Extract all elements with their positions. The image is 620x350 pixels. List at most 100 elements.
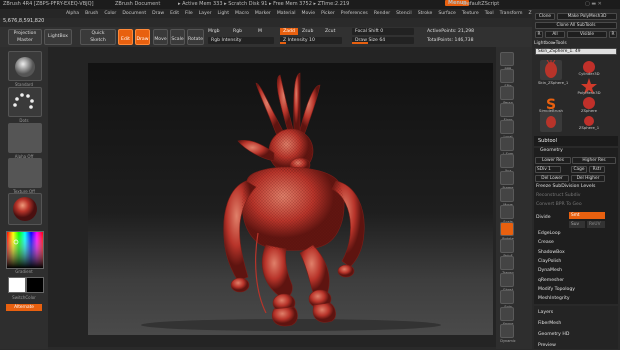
menu-item-alpha[interactable]: Alpha [66, 9, 79, 18]
clone-button[interactable]: Clone [535, 13, 555, 20]
document-canvas[interactable] [88, 63, 493, 335]
rightshelf-xpose-button[interactable]: Xpose [500, 307, 514, 326]
menu-item-brush[interactable]: Brush [85, 9, 98, 18]
rightshelf-dynamic-button[interactable]: Dynamic [500, 324, 516, 343]
rightshelf-spix-button[interactable]: SPix [500, 69, 514, 88]
submenu-edgeloop[interactable]: EdgeLoop [534, 230, 618, 238]
sdiv-slider[interactable]: SDiv 1 [535, 166, 561, 173]
reconstruct-subdiv-button[interactable]: Reconstruct Subdiv [534, 192, 618, 200]
menu-item-movie[interactable]: Movie [301, 9, 315, 18]
submenu-shadowbox[interactable]: ShadowBox [534, 249, 618, 257]
cage-button[interactable]: Cage [571, 166, 587, 173]
window-controls[interactable]: ▢ ▬ ✕ [585, 1, 602, 7]
m-button[interactable]: M [258, 29, 262, 34]
del-lower-button[interactable]: Del Lower [535, 175, 569, 182]
menu-item-file[interactable]: File [185, 9, 193, 18]
geometry-hd-menu[interactable]: Geometry HD [534, 331, 618, 339]
rightshelf-persp-button[interactable]: Persp [500, 86, 514, 105]
rightshelf-polyf-button[interactable]: PolyF [500, 239, 514, 258]
zcut-button[interactable]: Zcut [325, 29, 335, 34]
draw-size-slider[interactable]: Draw Size 64 [352, 37, 414, 44]
rgb-button[interactable]: Rgb [233, 29, 242, 34]
rightshelf-solo-button[interactable]: Solo [500, 290, 514, 309]
rightshelf-scale-button[interactable]: Scale [500, 205, 514, 224]
material-thumbnail[interactable] [8, 193, 42, 225]
secondary-color-swatch[interactable] [26, 277, 44, 293]
menu-item-marker[interactable]: Marker [255, 9, 271, 18]
menu-item-draw[interactable]: Draw [152, 9, 164, 18]
move-button[interactable]: Move [153, 29, 168, 45]
projection-master-button[interactable]: Projection Master [8, 29, 42, 45]
brush-thumbnail[interactable] [8, 51, 42, 81]
clone-all-subtools-button[interactable]: Clone All SubTools [535, 22, 617, 29]
del-higher-button[interactable]: Del Higher [571, 175, 605, 182]
menu-item-surface[interactable]: Surface [438, 9, 456, 18]
menu-item-material[interactable]: Material [277, 9, 296, 18]
divide-button[interactable]: Divide [534, 214, 564, 222]
submenu-modify-topology[interactable]: Modify Topology [534, 286, 618, 294]
r-button-left[interactable]: R [535, 31, 543, 38]
focal-shift-slider[interactable]: Focal Shift 0 [352, 28, 414, 35]
higher-res-button[interactable]: Higher Res [572, 157, 616, 164]
edit-button[interactable]: Edit [118, 29, 133, 45]
menu-item-document[interactable]: Document [122, 9, 146, 18]
convert-bpr-button[interactable]: Convert BPR To Geo [534, 201, 618, 209]
rstr-button[interactable]: Rstr [589, 166, 605, 173]
skin-zsphere-tool-icon[interactable] [540, 59, 562, 80]
menu-item-tool[interactable]: Tool [485, 9, 494, 18]
mrgb-button[interactable]: Mrgb [208, 29, 220, 34]
switch-color-button[interactable]: SwitchColor [0, 295, 48, 300]
smt-toggle[interactable]: Smt [569, 212, 605, 219]
r-button-right[interactable]: R [609, 31, 617, 38]
layers-menu[interactable]: Layers [534, 309, 618, 317]
submenu-qremesher[interactable]: qRemesher [534, 277, 618, 285]
suv-toggle[interactable]: Suv [569, 221, 585, 228]
menu-item-macro[interactable]: Macro [235, 9, 249, 18]
primary-color-swatch[interactable] [8, 277, 26, 293]
menu-item-color[interactable]: Color [104, 9, 116, 18]
rightshelf-move-button[interactable]: Move [500, 188, 514, 207]
scale-button[interactable]: Scale [170, 29, 185, 45]
lightbox-button[interactable]: LightBox [44, 29, 72, 45]
rightshelf-bpr-button[interactable]: BPR [500, 52, 514, 71]
menu-item-light[interactable]: Light [218, 9, 229, 18]
geometry-header[interactable]: Geometry [534, 147, 618, 155]
rgb-intensity-slider[interactable]: Rgb Intensity [208, 37, 274, 44]
quick-sketch-button[interactable]: Quick Sketch [80, 29, 116, 45]
alpha-thumbnail[interactable] [8, 123, 42, 153]
rightshelf-ghost-button[interactable]: Ghost [500, 273, 514, 292]
rightshelf-transp-button[interactable]: Transp [500, 256, 514, 275]
lightbox-tools-button[interactable]: Lightbox▸Tools [534, 40, 618, 47]
rightshelf-xyz-button[interactable]: Xyz [500, 154, 514, 173]
menu-item-edit[interactable]: Edit [170, 9, 179, 18]
subtool-menu[interactable]: Subtool [534, 136, 618, 146]
submenu-claypolish[interactable]: ClayPolish [534, 258, 618, 266]
lower-res-button[interactable]: Lower Res [535, 157, 571, 164]
menu-item-layer[interactable]: Layer [199, 9, 212, 18]
rightshelf-frame-button[interactable]: Frame [500, 171, 514, 190]
submenu-crease[interactable]: Crease [534, 239, 618, 247]
skin-zsphere-small-icon[interactable] [540, 112, 562, 132]
reuv-toggle[interactable]: ReUV [587, 221, 605, 228]
freeze-subdivision-button[interactable]: Freeze SubDivision Levels [534, 183, 618, 191]
menu-item-texture[interactable]: Texture [462, 9, 479, 18]
stroke-thumbnail[interactable] [8, 87, 42, 117]
visible-button[interactable]: Visible [567, 31, 607, 38]
menu-item-picker[interactable]: Picker [321, 9, 335, 18]
submenu-meshintegrity[interactable]: MeshIntegrity [534, 295, 618, 303]
zadd-button[interactable]: Zadd [280, 28, 298, 35]
make-polymesh3d-button[interactable]: Make PolyMesh3D [557, 13, 617, 20]
rotate-button[interactable]: Rotate [187, 29, 204, 45]
rightshelf-local-button[interactable]: Local [500, 120, 514, 139]
current-tool-slider[interactable]: Skin_ZSphere_1. 49 [535, 48, 617, 55]
menu-item-preferences[interactable]: Preferences [341, 9, 368, 18]
rightshelf-rotate-button[interactable]: Rotate [500, 222, 514, 241]
menu-item-stencil[interactable]: Stencil [396, 9, 412, 18]
default-zscript-button[interactable]: DefaultZScript [463, 1, 499, 7]
z-intensity-slider[interactable]: Z Intensity 10 [280, 37, 342, 44]
menu-item-stroke[interactable]: Stroke [418, 9, 433, 18]
menu-item-transform[interactable]: Transform [500, 9, 523, 18]
submenu-dynamesh[interactable]: DynaMesh [534, 267, 618, 275]
fibermesh-menu[interactable]: FiberMesh [534, 320, 618, 328]
gradient-label[interactable]: Gradient [0, 269, 48, 274]
